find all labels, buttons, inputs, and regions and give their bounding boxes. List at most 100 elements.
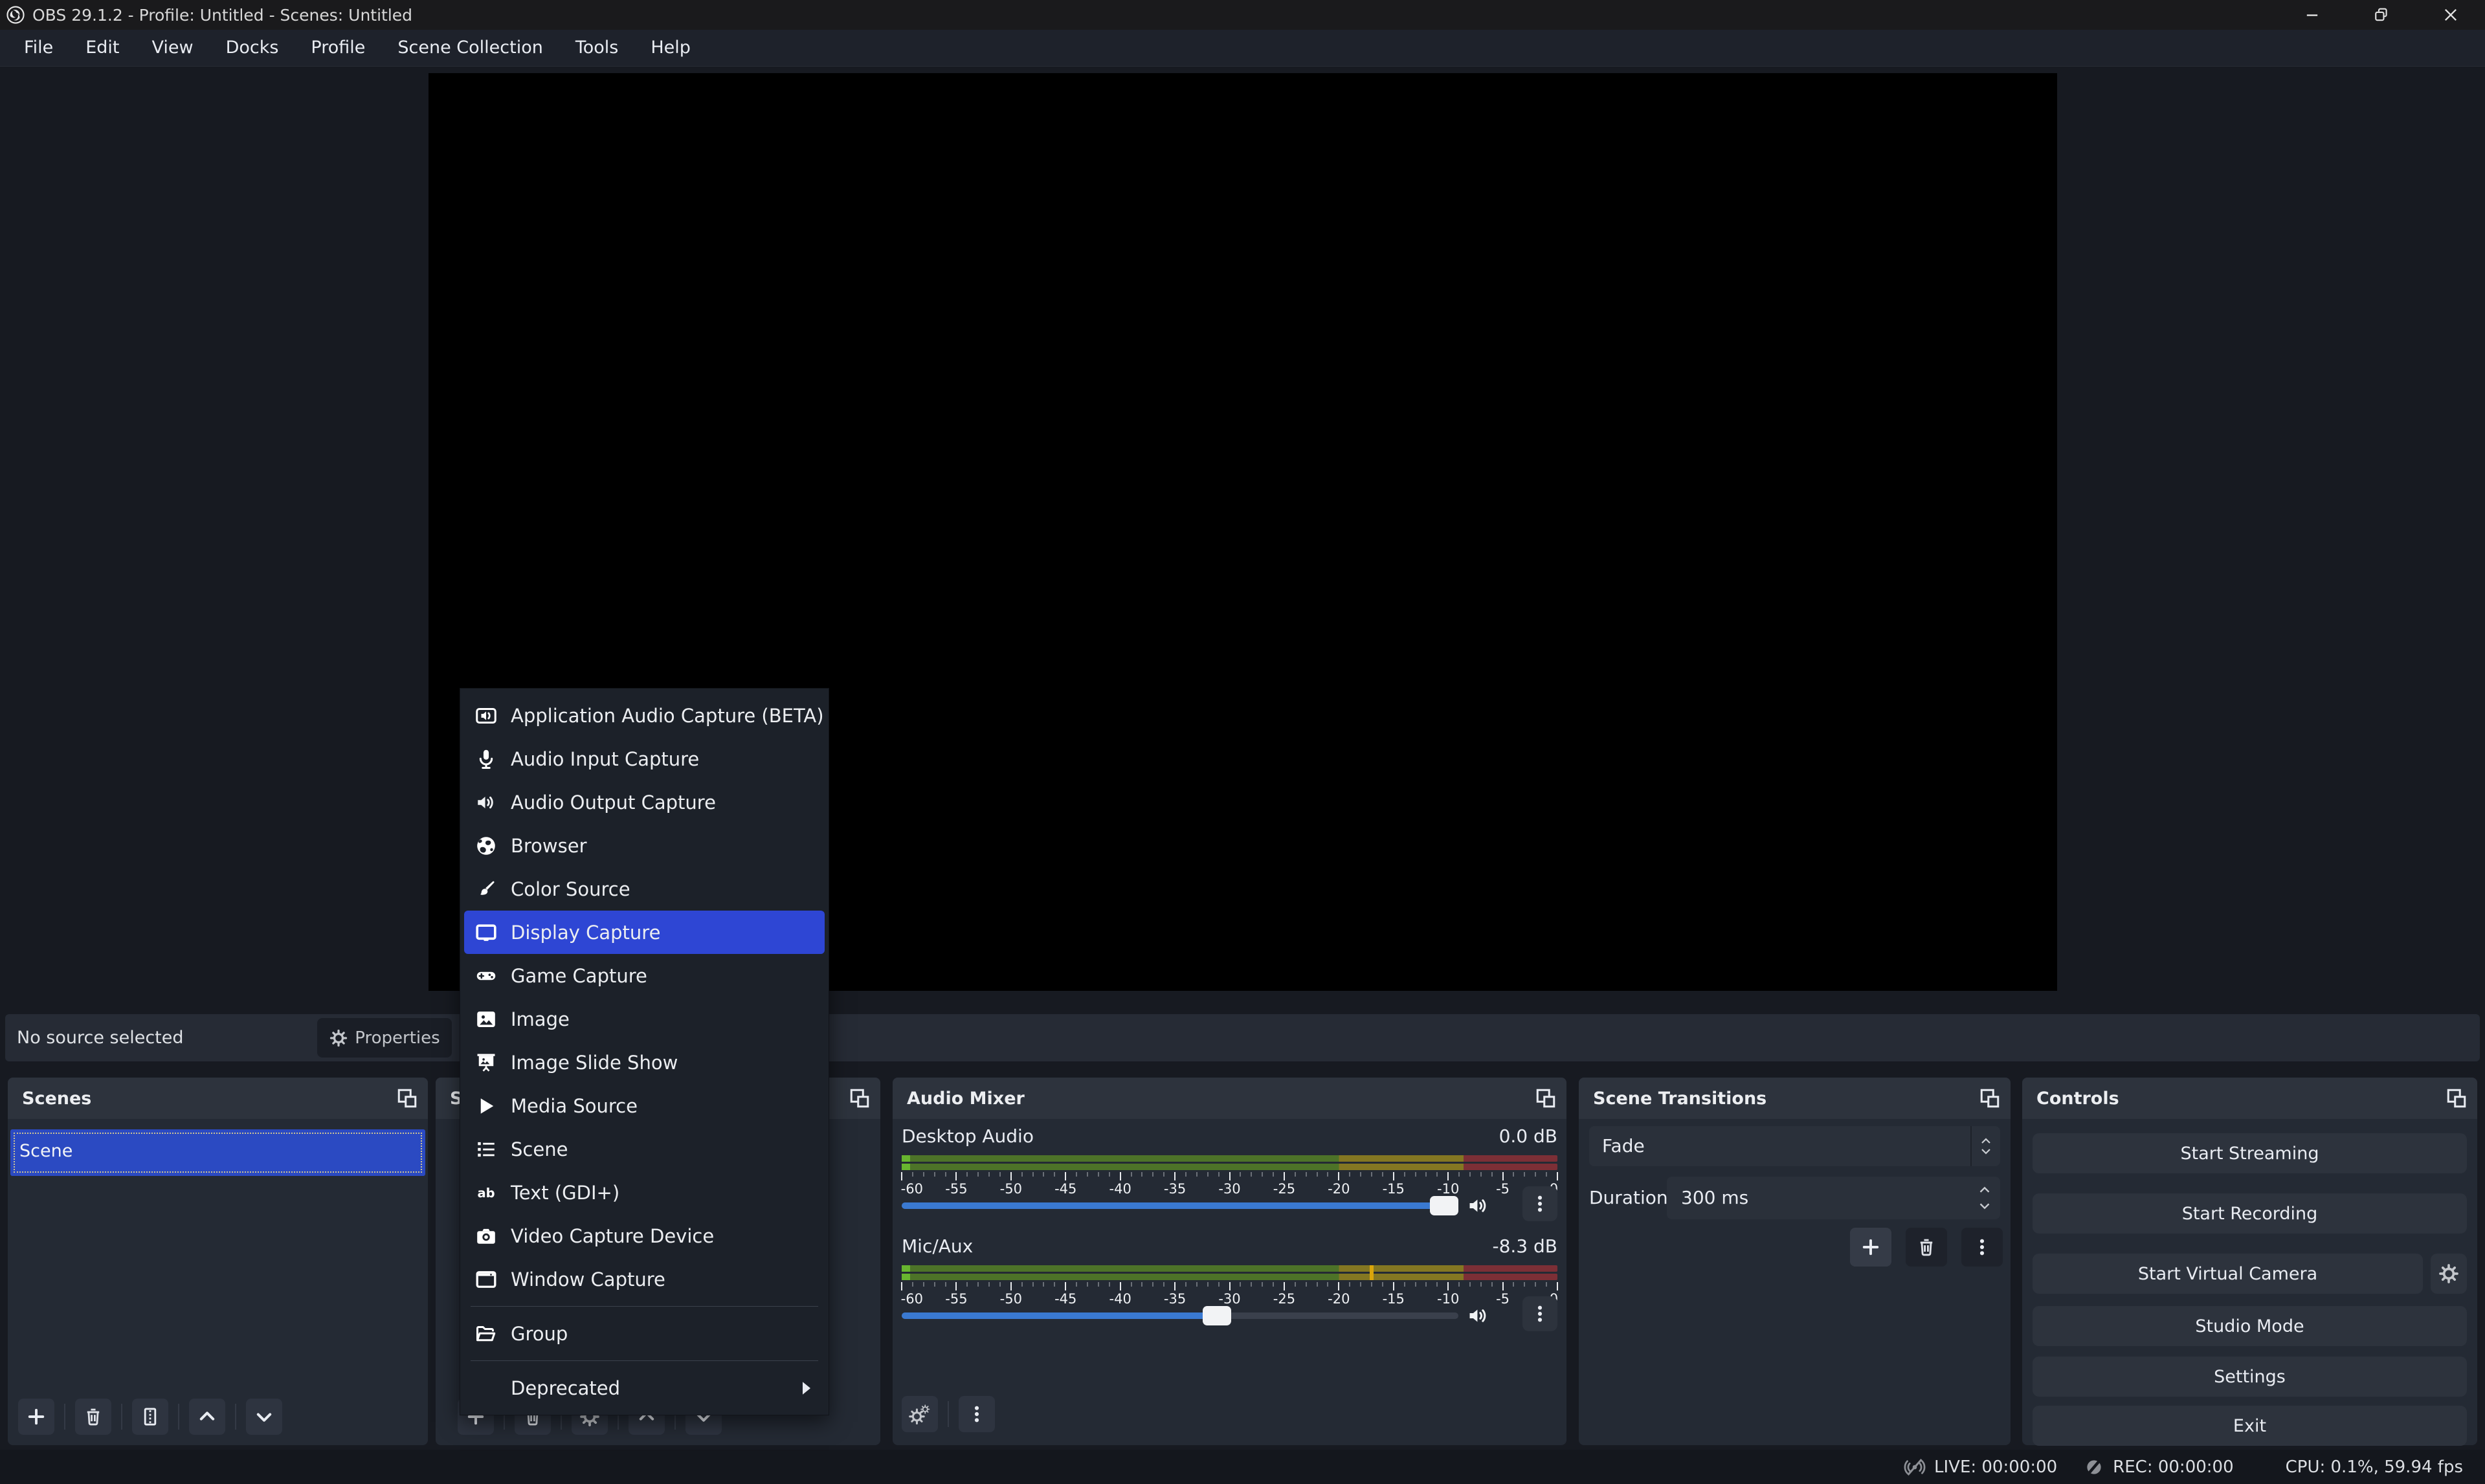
volume-slider-handle[interactable] [1203, 1306, 1231, 1325]
menu-item-group[interactable]: Group [464, 1312, 825, 1355]
menu-edit[interactable]: Edit [75, 30, 129, 66]
popout-icon[interactable] [396, 1087, 419, 1110]
menu-docks[interactable]: Docks [216, 30, 289, 66]
image-icon [474, 1008, 498, 1031]
popout-icon[interactable] [1534, 1087, 1557, 1110]
add-source-menu: Application Audio Capture (BETA) Audio I… [460, 688, 829, 1415]
advanced-audio-icon [908, 1402, 931, 1426]
mic-aux-options-button[interactable] [1522, 1296, 1557, 1331]
studio-mode-button[interactable]: Studio Mode [2033, 1306, 2467, 1346]
toolbar-separator [235, 1404, 236, 1430]
recording-inactive-icon [2083, 1456, 2105, 1478]
group-icon [474, 1322, 498, 1346]
menu-separator [471, 1360, 818, 1361]
mic-aux-volume-slider[interactable] [902, 1301, 1557, 1330]
scene-transitions-title: Scene Transitions [1593, 1089, 1766, 1109]
channel-name: Desktop Audio [902, 1125, 1034, 1147]
chevron-down-icon [1978, 1202, 1991, 1210]
transition-buttons [1850, 1228, 2003, 1267]
remove-transition-button[interactable] [1906, 1228, 1947, 1267]
scene-list-item[interactable]: Scene [10, 1129, 425, 1176]
start-virtual-camera-button[interactable]: Start Virtual Camera [2033, 1254, 2423, 1294]
close-button[interactable] [2416, 0, 2485, 30]
svg-text:ab: ab [477, 1185, 495, 1200]
color-source-icon [474, 878, 498, 901]
advanced-audio-button[interactable] [902, 1396, 938, 1432]
virtual-camera-config-button[interactable] [2431, 1254, 2467, 1294]
menu-help[interactable]: Help [640, 30, 701, 66]
menu-item-image-slide-show[interactable]: Image Slide Show [464, 1041, 825, 1084]
chevron-up-icon [1980, 1137, 1992, 1145]
menu-item-image[interactable]: Image [464, 997, 825, 1041]
menu-tools[interactable]: Tools [565, 30, 629, 66]
menu-item-audio-output-capture[interactable]: Audio Output Capture [464, 781, 825, 824]
cpu-stats: CPU: 0.1%, 59.94 fps [2286, 1457, 2463, 1477]
menu-scene-collection[interactable]: Scene Collection [387, 30, 553, 66]
menu-item-deprecated[interactable]: Deprecated [464, 1366, 825, 1410]
display-capture-icon [474, 921, 498, 944]
menu-item-browser[interactable]: Browser [464, 824, 825, 867]
remove-icon [82, 1406, 104, 1428]
transition-options-button[interactable] [1961, 1228, 2003, 1267]
menu-view[interactable]: View [141, 30, 203, 66]
start-streaming-button[interactable]: Start Streaming [2033, 1133, 2467, 1173]
popout-icon[interactable] [2445, 1087, 2468, 1110]
menu-file[interactable]: File [14, 30, 63, 66]
menu-item-audio-input-capture[interactable]: Audio Input Capture [464, 737, 825, 781]
scenes-panel: Scenes Scene [8, 1078, 428, 1445]
menu-item-display-capture[interactable]: Display Capture [464, 911, 825, 954]
remove-icon [1915, 1236, 1937, 1258]
menu-profile[interactable]: Profile [300, 30, 375, 66]
move-scene-down-button[interactable] [246, 1399, 282, 1435]
add-scene-button[interactable] [18, 1399, 54, 1435]
move-down-icon [253, 1406, 275, 1428]
popout-icon[interactable] [848, 1087, 871, 1110]
text-gdi-icon: ab [474, 1181, 498, 1204]
volume-icon[interactable] [1466, 1303, 1491, 1328]
toolbar-separator [948, 1401, 949, 1427]
menu-item-game-capture[interactable]: Game Capture [464, 954, 825, 997]
duration-spinner[interactable] [1978, 1177, 1991, 1219]
menu-item-text-gdi[interactable]: ab Text (GDI+) [464, 1171, 825, 1214]
volume-slider-handle[interactable] [1430, 1196, 1458, 1215]
meter-ticks [902, 1172, 1557, 1180]
settings-button[interactable]: Settings [2033, 1357, 2467, 1397]
minimize-icon [2303, 6, 2321, 24]
exit-button[interactable]: Exit [2033, 1406, 2467, 1446]
remove-scene-button[interactable] [75, 1399, 111, 1435]
toolbar-separator [121, 1404, 122, 1430]
add-transition-button[interactable] [1850, 1228, 1891, 1267]
channel-level: 0.0 dB [1499, 1125, 1557, 1147]
volume-icon[interactable] [1466, 1193, 1491, 1218]
mixer-options-button[interactable] [959, 1396, 995, 1432]
menu-item-color-source[interactable]: Color Source [464, 867, 825, 911]
menu-item-scene[interactable]: Scene [464, 1127, 825, 1171]
menu-item-media-source[interactable]: Media Source [464, 1084, 825, 1127]
properties-button[interactable]: Properties [317, 1018, 452, 1058]
menu-item-application-audio-capture[interactable]: Application Audio Capture (BETA) [464, 694, 825, 737]
rec-status: REC: 00:00:00 [2083, 1456, 2233, 1478]
start-recording-button[interactable]: Start Recording [2033, 1193, 2467, 1234]
desktop-audio-meter [902, 1155, 1557, 1170]
popout-icon[interactable] [1978, 1087, 2001, 1110]
menu-item-window-capture[interactable]: Window Capture [464, 1257, 825, 1301]
transition-spinner[interactable] [1970, 1126, 2000, 1166]
scenes-panel-header: Scenes [8, 1078, 428, 1119]
scene-transitions-header: Scene Transitions [1579, 1078, 2011, 1119]
menubar: File Edit View Docks Profile Scene Colle… [0, 30, 2485, 67]
duration-spinbox[interactable]: 300 ms [1667, 1177, 2000, 1219]
scene-filters-button[interactable] [132, 1399, 168, 1435]
gear-icon [2438, 1263, 2460, 1285]
move-scene-up-button[interactable] [189, 1399, 225, 1435]
minimize-button[interactable] [2277, 0, 2346, 30]
desktop-audio-volume-slider[interactable] [902, 1191, 1557, 1220]
source-toolbar: No source selected Properties [5, 1014, 2480, 1061]
cpu-status: CPU: 0.1%, 59.94 fps [2286, 1457, 2463, 1477]
live-status: LIVE: 00:00:00 [1903, 1456, 2057, 1479]
desktop-audio-options-button[interactable] [1522, 1186, 1557, 1221]
restore-button[interactable] [2346, 0, 2416, 30]
audio-mixer-panel: Audio Mixer Desktop Audio 0.0 dB -60-55-… [893, 1078, 1566, 1445]
mic-aux-row: Mic/Aux -8.3 dB [902, 1233, 1557, 1259]
transition-select[interactable]: Fade [1589, 1126, 2000, 1166]
menu-item-video-capture-device[interactable]: Video Capture Device [464, 1214, 825, 1257]
